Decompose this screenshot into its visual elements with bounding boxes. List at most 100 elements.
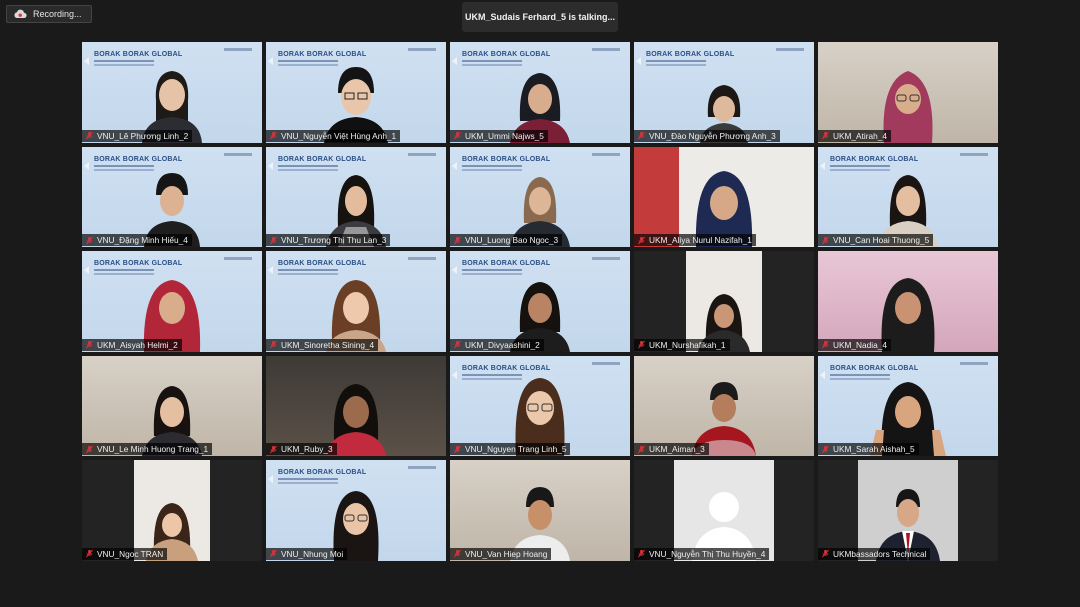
participant-tile[interactable]: BORAK BORAK GLOBAL VNU_Nhung Moi [266, 460, 446, 561]
slide-logos [224, 152, 252, 156]
participant-name-label: VNU_Trương Thị Thu Lan_3 [266, 234, 391, 247]
slide-title: BORAK BORAK GLOBAL [830, 364, 919, 372]
participant-name: UKM_Ummi Najws_5 [465, 130, 544, 141]
participant-video-frame [686, 251, 762, 352]
recording-indicator[interactable]: Recording... [6, 5, 92, 23]
participant-name: UKM_Atirah_4 [833, 130, 887, 141]
participant-name-label: UKM_Sinoretha Sining_4 [266, 338, 379, 351]
slide-logos [408, 152, 436, 156]
participant-tile[interactable]: UKM_Ruby_3 [266, 355, 446, 457]
slide-logos [592, 361, 620, 365]
participant-tile[interactable]: BORAK BORAK GLOBAL VNU_Đào Nguyễn Phương… [634, 42, 814, 143]
participant-video-frame [674, 460, 774, 561]
participant-tile[interactable]: UKM_Aiman_3 [634, 355, 814, 457]
slide-subtitle-lines [646, 60, 706, 62]
participant-name: VNU_Nguyen Trang Linh_5 [465, 444, 567, 455]
participant-name-label: VNU_Le Minh Huong Trang_1 [82, 443, 213, 456]
participant-tile[interactable]: UKMbassadors Technical [818, 460, 998, 561]
participant-tile[interactable]: VNU_Nguyễn Thị Thu Huyền_4 [634, 460, 814, 561]
slide-arrow-icon [84, 161, 89, 170]
mic-muted-icon [638, 131, 645, 140]
participant-tile[interactable]: VNU_Van Hiep Hoang [450, 460, 630, 561]
mic-muted-icon [822, 236, 829, 245]
mic-muted-icon [822, 550, 829, 558]
mic-muted-icon [638, 445, 645, 454]
slide-logos [960, 152, 988, 156]
participant-name-label: UKM_Atirah_4 [818, 129, 891, 142]
slide-arrow-icon [636, 57, 641, 65]
participant-video-frame [134, 460, 210, 561]
participant-tile[interactable]: UKM_Nurshafikah_1 [634, 251, 814, 352]
slide-title: BORAK BORAK GLOBAL [462, 364, 551, 372]
participant-name-label: UKMbassadors Technical [818, 547, 931, 560]
participant-tile[interactable]: BORAK BORAK GLOBAL VNU_Nguyễn Việt Hùng … [266, 42, 446, 143]
participant-tile[interactable]: BORAK BORAK GLOBAL VNU_Trương Thị Thu La… [266, 146, 446, 248]
slide-arrow-icon [84, 57, 89, 65]
participant-name-label: VNU_Nguyen Trang Linh_5 [450, 443, 571, 456]
mic-muted-icon [822, 340, 829, 349]
participant-name-label: VNU_Đặng Minh Hiếu_4 [82, 234, 192, 247]
participant-name-label: VNU_Đào Nguyễn Phương Anh_3 [634, 129, 780, 142]
participant-tile[interactable]: BORAK BORAK GLOBAL UKM_Ummi Najws_5 [450, 42, 630, 143]
participant-tile[interactable]: BORAK BORAK GLOBAL UKM_Sarah Aishah_5 [818, 355, 998, 457]
participant-name-label: UKM_Ruby_3 [266, 443, 337, 456]
participant-name-label: UKM_Sarah Aishah_5 [818, 443, 919, 456]
participant-tile[interactable]: BORAK BORAK GLOBAL VNU_Nguyen Trang Linh… [450, 355, 630, 457]
mic-muted-icon [454, 131, 461, 140]
participant-tile[interactable]: UKM_Atirah_4 [818, 42, 998, 143]
participant-tile[interactable]: BORAK BORAK GLOBAL UKM_Divyaashini_2 [450, 251, 630, 352]
mic-muted-icon [86, 550, 93, 558]
slide-logos [408, 48, 436, 51]
participant-name-label: VNU_Nhung Moi [266, 547, 348, 560]
participant-name: UKM_Sinoretha Sining_4 [281, 339, 375, 350]
slide-logos [960, 361, 988, 365]
participant-tile[interactable]: UKM_Nadia_4 [818, 251, 998, 352]
participant-name-label: UKM_Nadia_4 [818, 338, 891, 351]
mic-muted-icon [270, 550, 277, 558]
participant-name: UKM_Aiman_3 [649, 444, 705, 455]
active-speaker-text: UKM_Sudais Ferhard_5 is talking... [464, 12, 616, 22]
recording-label: Recording... [33, 9, 82, 19]
slide-arrow-icon [820, 370, 825, 379]
slide-title: BORAK BORAK GLOBAL [462, 155, 551, 163]
participant-name: UKMbassadors Technical [833, 548, 927, 559]
participant-tile[interactable]: BORAK BORAK GLOBAL VNU_Đặng Minh Hiếu_4 [82, 146, 262, 248]
mic-muted-icon [270, 236, 277, 245]
participant-name: UKM_Nadia_4 [833, 339, 887, 350]
mic-muted-icon [86, 445, 93, 454]
participant-tile[interactable]: BORAK BORAK GLOBAL UKM_Sinoretha Sining_… [266, 251, 446, 352]
participant-tile[interactable]: VNU_Le Minh Huong Trang_1 [82, 355, 262, 457]
mic-muted-icon [270, 131, 277, 140]
participant-name: VNU_Đặng Minh Hiếu_4 [97, 235, 188, 246]
slide-arrow-icon [452, 370, 457, 379]
mic-muted-icon [270, 340, 277, 349]
participant-name-label: VNU_Van Hiep Hoang [450, 547, 552, 560]
slide-title: BORAK BORAK GLOBAL [94, 51, 183, 58]
participant-tile[interactable]: BORAK BORAK GLOBAL VNU_Luong Bao Ngoc_3 [450, 146, 630, 248]
participant-tile[interactable]: UKM_Aliya Nurul Nazifah_1 [634, 146, 814, 248]
participant-name: VNU_Luong Bao Ngoc_3 [465, 235, 559, 246]
participant-name: VNU_Trương Thị Thu Lan_3 [281, 235, 387, 246]
participant-name-label: VNU_Lê Phương Linh_2 [82, 129, 193, 142]
participant-tile[interactable]: VNU_Ngoc TRAN [82, 460, 262, 561]
active-speaker-banner: UKM_Sudais Ferhard_5 is talking... [462, 2, 618, 32]
participant-name: UKM_Aliya Nurul Nazifah_1 [649, 235, 752, 246]
recording-cloud-icon [14, 9, 27, 18]
slide-title: BORAK BORAK GLOBAL [278, 260, 367, 268]
participant-name: VNU_Van Hiep Hoang [465, 548, 548, 559]
slide-logos [592, 257, 620, 261]
slide-arrow-icon [452, 266, 457, 275]
participant-name-label: UKM_Aliya Nurul Nazifah_1 [634, 234, 756, 247]
zoom-meeting-window: Recording... UKM_Sudais Ferhard_5 is tal… [0, 0, 1080, 607]
participant-tile[interactable]: BORAK BORAK GLOBAL VNU_Can Hoai Thuong_5 [818, 146, 998, 248]
mic-muted-icon [638, 340, 645, 349]
participant-name: UKM_Sarah Aishah_5 [833, 444, 915, 455]
participant-name-label: UKM_Aisyah Helmi_2 [82, 338, 182, 351]
gallery-view: BORAK BORAK GLOBAL VNU_Lê Phương Linh_2 … [82, 42, 998, 565]
participant-name: UKM_Ruby_3 [281, 444, 333, 455]
participant-tile[interactable]: BORAK BORAK GLOBAL UKM_Aisyah Helmi_2 [82, 251, 262, 352]
slide-arrow-icon [452, 161, 457, 170]
participant-name: UKM_Divyaashini_2 [465, 339, 540, 350]
slide-title: BORAK BORAK GLOBAL [830, 155, 919, 163]
participant-tile[interactable]: BORAK BORAK GLOBAL VNU_Lê Phương Linh_2 [82, 42, 262, 143]
